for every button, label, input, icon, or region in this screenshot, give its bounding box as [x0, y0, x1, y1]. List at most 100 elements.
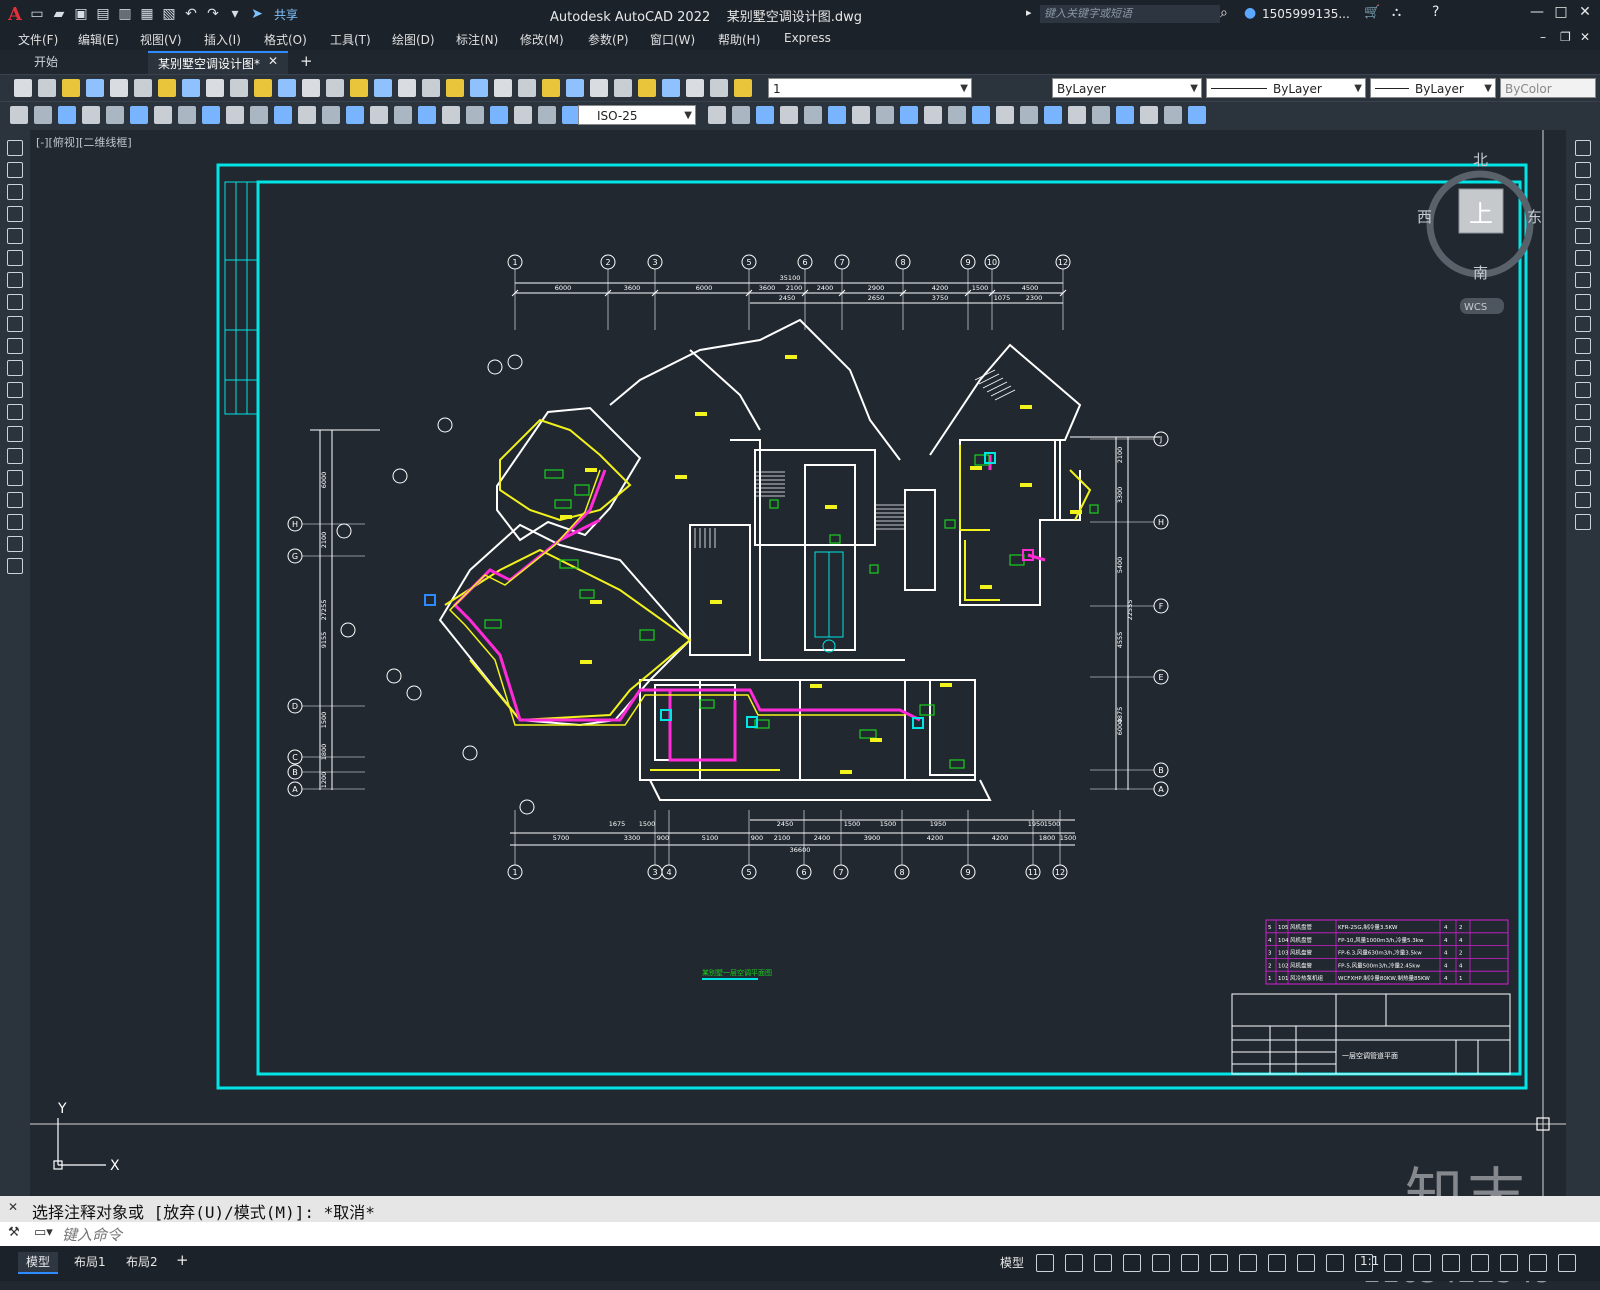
tab-start[interactable]: 开始	[24, 51, 68, 73]
chevron-right-icon[interactable]: ▸	[1026, 6, 1032, 19]
standard-tool-icon-17[interactable]	[398, 79, 416, 97]
dimension-tool-icon-45[interactable]	[1188, 106, 1206, 124]
plot-icon[interactable]: ▧	[160, 5, 178, 23]
standard-tool-icon-7[interactable]	[158, 79, 176, 97]
modify-tool-icon-14[interactable]	[1575, 426, 1591, 442]
draw-tool-icon-15[interactable]	[7, 448, 23, 464]
selection-cycling-icon[interactable]	[1297, 1254, 1315, 1272]
dimension-tool-icon-4[interactable]	[82, 106, 100, 124]
tab-layout1[interactable]: 布局1	[66, 1252, 114, 1272]
standard-tool-icon-12[interactable]	[278, 79, 296, 97]
standard-tool-icon-2[interactable]	[38, 79, 56, 97]
modify-tool-icon-13[interactable]	[1575, 404, 1591, 420]
dimension-tool-icon-32[interactable]	[876, 106, 894, 124]
standard-tool-icon-8[interactable]	[182, 79, 200, 97]
dimension-tool-icon-41[interactable]	[1092, 106, 1110, 124]
draw-tool-icon-12[interactable]	[7, 382, 23, 398]
standard-tool-icon-4[interactable]	[86, 79, 104, 97]
modify-tool-icon-1[interactable]	[1575, 140, 1591, 156]
standard-tool-icon-16[interactable]	[374, 79, 392, 97]
tab-layout2[interactable]: 布局2	[118, 1252, 166, 1272]
menu-insert[interactable]: 插入(I)	[204, 31, 241, 48]
grid-icon[interactable]	[1036, 1254, 1054, 1272]
dimension-tool-icon-10[interactable]	[226, 106, 244, 124]
standard-tool-icon-20[interactable]	[470, 79, 488, 97]
modify-tool-icon-8[interactable]	[1575, 294, 1591, 310]
lineweight-dropdown[interactable]: ByLayer ▼	[1370, 78, 1496, 98]
linetype-dropdown[interactable]: ByLayer ▼	[1206, 78, 1366, 98]
standard-tool-icon-31[interactable]	[734, 79, 752, 97]
draw-tool-icon-13[interactable]	[7, 404, 23, 420]
standard-tool-icon-30[interactable]	[710, 79, 728, 97]
maximize-icon[interactable]: □	[1550, 4, 1572, 24]
dimension-tool-icon-37[interactable]	[996, 106, 1014, 124]
autocad-logo-icon[interactable]: A	[8, 4, 22, 25]
dimension-tool-icon-17[interactable]	[394, 106, 412, 124]
plotstyle-dropdown[interactable]: ByColor	[1500, 78, 1596, 98]
snap-icon[interactable]	[1065, 1254, 1083, 1272]
modify-tool-icon-12[interactable]	[1575, 382, 1591, 398]
open-folder-icon[interactable]: ▰	[50, 5, 68, 23]
draw-tool-icon-16[interactable]	[7, 470, 23, 486]
save-icon[interactable]: ▣	[72, 5, 90, 23]
standard-tool-icon-13[interactable]	[302, 79, 320, 97]
draw-tool-icon-8[interactable]	[7, 294, 23, 310]
transparency-icon[interactable]	[1268, 1254, 1286, 1272]
standard-tool-icon-9[interactable]	[206, 79, 224, 97]
units-icon[interactable]	[1413, 1254, 1431, 1272]
dimension-tool-icon-27[interactable]	[756, 106, 774, 124]
dimension-tool-icon-16[interactable]	[370, 106, 388, 124]
draw-tool-icon-11[interactable]	[7, 360, 23, 376]
clean-screen-icon[interactable]	[1529, 1254, 1547, 1272]
menu-modify[interactable]: 修改(M)	[520, 31, 564, 48]
dimension-tool-icon-22[interactable]	[514, 106, 532, 124]
new-tab-icon[interactable]: +	[300, 52, 313, 70]
menu-express[interactable]: Express	[784, 31, 831, 45]
dimension-tool-icon-18[interactable]	[418, 106, 436, 124]
menu-view[interactable]: 视图(V)	[140, 31, 182, 48]
a360-icon[interactable]: ⛬	[1392, 5, 1401, 20]
menu-help[interactable]: 帮助(H)	[718, 31, 760, 48]
add-layout-icon[interactable]: +	[176, 1251, 189, 1269]
workspace-icon[interactable]	[1384, 1254, 1402, 1272]
save-as-icon[interactable]: ▤	[94, 5, 112, 23]
draw-tool-icon-20[interactable]	[7, 558, 23, 574]
draw-tool-icon-9[interactable]	[7, 316, 23, 332]
modify-tool-icon-3[interactable]	[1575, 184, 1591, 200]
standard-tool-icon-15[interactable]	[350, 79, 368, 97]
dimension-tool-icon-34[interactable]	[924, 106, 942, 124]
dimension-tool-icon-33[interactable]	[900, 106, 918, 124]
dimension-tool-icon-14[interactable]	[322, 106, 340, 124]
user-name[interactable]: 1505999135...	[1262, 7, 1350, 21]
dimension-tool-icon-42[interactable]	[1116, 106, 1134, 124]
menu-format[interactable]: 格式(O)	[264, 31, 307, 48]
standard-tool-icon-14[interactable]	[326, 79, 344, 97]
standard-tool-icon-27[interactable]	[638, 79, 656, 97]
layer-dropdown[interactable]: 1 ▼	[768, 78, 972, 98]
standard-tool-icon-11[interactable]	[254, 79, 272, 97]
modify-tool-icon-18[interactable]	[1575, 514, 1591, 530]
dimension-tool-icon-28[interactable]	[780, 106, 798, 124]
dimension-tool-icon-12[interactable]	[274, 106, 292, 124]
command-input[interactable]	[60, 1224, 1544, 1246]
dimension-tool-icon-11[interactable]	[250, 106, 268, 124]
ortho-icon[interactable]	[1094, 1254, 1112, 1272]
standard-tool-icon-29[interactable]	[686, 79, 704, 97]
standard-tool-icon-24[interactable]	[566, 79, 584, 97]
share-button[interactable]: 共享	[274, 6, 298, 23]
isodraft-icon[interactable]	[1152, 1254, 1170, 1272]
dimension-tool-icon-36[interactable]	[972, 106, 990, 124]
standard-tool-icon-23[interactable]	[542, 79, 560, 97]
standard-tool-icon-28[interactable]	[662, 79, 680, 97]
modify-tool-icon-17[interactable]	[1575, 492, 1591, 508]
model-space-button[interactable]: 模型	[1000, 1254, 1024, 1271]
modify-tool-icon-7[interactable]	[1575, 272, 1591, 288]
dimension-tool-icon-20[interactable]	[466, 106, 484, 124]
search-input[interactable]: 键入关键字或短语	[1040, 5, 1220, 23]
draw-tool-icon-2[interactable]	[7, 162, 23, 178]
dimension-tool-icon-30[interactable]	[828, 106, 846, 124]
modify-tool-icon-4[interactable]	[1575, 206, 1591, 222]
dimension-tool-icon-6[interactable]	[130, 106, 148, 124]
lineweight-icon[interactable]	[1239, 1254, 1257, 1272]
dimension-tool-icon-3[interactable]	[58, 106, 76, 124]
